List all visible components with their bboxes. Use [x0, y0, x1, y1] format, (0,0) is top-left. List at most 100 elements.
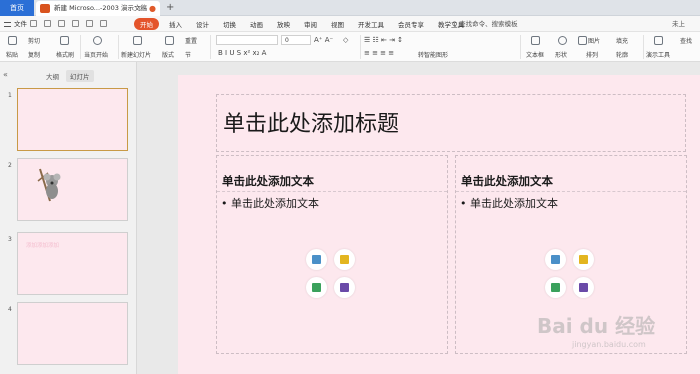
file-menu-label: 文件 — [14, 20, 27, 28]
layout-icon[interactable] — [165, 36, 174, 45]
play-icon[interactable] — [93, 36, 102, 45]
section-button[interactable]: 节 — [185, 50, 191, 59]
document-tab[interactable]: 新建 Microso...-2003 演示文稿 ● — [36, 1, 160, 16]
fill-button[interactable]: 填充 — [616, 36, 628, 45]
redo-icon[interactable] — [100, 20, 107, 27]
outline-button[interactable]: 轮廓 — [616, 50, 628, 59]
right-content-bullet[interactable]: • 单击此处添加文本 — [460, 195, 558, 211]
placeholder-divider — [456, 191, 686, 192]
clear-format-icon[interactable]: ◇ — [343, 36, 348, 44]
cloud-status[interactable]: 未上 — [672, 16, 685, 32]
tab-view[interactable]: 视图 — [331, 19, 344, 29]
list-format-buttons[interactable]: ☰ ☷ ⇤ ⇥ ↕ — [364, 36, 403, 44]
left-content-bullet[interactable]: • 单击此处添加文本 — [221, 195, 319, 211]
align-buttons[interactable]: ≡ ≡ ≡ ≡ — [364, 49, 394, 57]
picture-button[interactable]: 图片 — [588, 36, 600, 45]
home-tab[interactable]: 首页 — [0, 0, 34, 16]
tab-review[interactable]: 审阅 — [304, 19, 317, 29]
start-from-current-button[interactable]: 当页开始 — [84, 50, 108, 59]
export-pdf-icon[interactable] — [44, 20, 51, 27]
font-name-select[interactable] — [216, 35, 278, 45]
slide-panel: « 大纲 幻灯片 1 2 3 添加添加添加 4 — [0, 62, 137, 374]
ribbon-separator — [643, 35, 644, 59]
reset-button[interactable]: 重置 — [185, 36, 197, 45]
shape-icon[interactable] — [558, 36, 567, 45]
insert-media-icon[interactable] — [573, 277, 594, 298]
new-slide-button[interactable]: 新建幻灯片 — [121, 50, 151, 59]
paste-icon[interactable] — [8, 36, 17, 45]
slide-title[interactable]: 单击此处添加标题 — [223, 106, 399, 138]
ribbon-toolbar: 粘贴 剪切 复制 格式刷 当页开始 新建幻灯片 版式 重置 节 0 A⁺ A⁻ … — [0, 32, 700, 62]
paste-button[interactable]: 粘贴 — [6, 50, 18, 59]
tab-developer[interactable]: 开发工具 — [358, 19, 384, 29]
textbox-button[interactable]: 文本框 — [526, 50, 544, 59]
font-size-select[interactable]: 0 — [281, 35, 311, 45]
slide-thumbnail-3[interactable]: 添加添加添加 — [17, 232, 128, 295]
placeholder-divider — [217, 191, 447, 192]
document-tab-label: 新建 Microso...-2003 演示文稿 — [54, 4, 147, 12]
print-icon[interactable] — [58, 20, 65, 27]
tab-home[interactable]: 开始 — [134, 18, 159, 30]
cut-button[interactable]: 剪切 — [28, 36, 40, 45]
font-size-value: 0 — [285, 37, 289, 44]
file-menu[interactable]: 文件 — [4, 16, 27, 32]
right-content-heading[interactable]: 单击此处添加文本 — [461, 173, 553, 189]
close-tab-icon[interactable]: ● — [149, 1, 156, 16]
tab-transitions[interactable]: 切换 — [223, 19, 236, 29]
quick-access-toolbar — [30, 20, 122, 28]
slide-thumbnail-4[interactable] — [17, 302, 128, 365]
shape-button[interactable]: 形状 — [555, 50, 567, 59]
tab-insert[interactable]: 插入 — [169, 19, 182, 29]
format-painter-button[interactable]: 格式刷 — [56, 50, 74, 59]
tab-outline[interactable]: 大纲 — [46, 71, 59, 81]
insert-table-icon[interactable] — [306, 277, 327, 298]
slide-number: 2 — [8, 162, 12, 169]
format-painter-icon[interactable] — [60, 36, 69, 45]
tab-design[interactable]: 设计 — [196, 19, 209, 29]
tab-member[interactable]: 会员专享 — [398, 19, 424, 29]
watermark-url: jingyan.baidu.com — [572, 340, 646, 349]
menu-icon — [4, 21, 11, 27]
command-search[interactable]: Q 查找命令、搜索模板 — [452, 16, 518, 32]
textbox-icon[interactable] — [531, 36, 540, 45]
presenter-tools-button[interactable]: 演示工具 — [646, 50, 670, 59]
font-style-buttons[interactable]: B I U S x² x₂ A — [218, 49, 266, 57]
new-tab-button[interactable]: + — [166, 0, 174, 15]
find-button[interactable]: 查找 — [680, 36, 692, 45]
new-slide-icon[interactable] — [133, 36, 142, 45]
koala-image — [37, 168, 61, 202]
tab-animations[interactable]: 动画 — [250, 19, 263, 29]
insert-table-icon[interactable] — [545, 277, 566, 298]
tab-slideshow[interactable]: 放映 — [277, 19, 290, 29]
slide-thumbnail-2[interactable] — [17, 158, 128, 221]
slide-number: 4 — [8, 306, 12, 313]
presenter-tools-icon[interactable] — [654, 36, 663, 45]
convert-smartart-button[interactable]: 转智能图形 — [418, 50, 448, 59]
presentation-icon — [40, 4, 50, 13]
insert-picture-icon[interactable] — [545, 249, 566, 270]
font-grow-icon[interactable]: A⁺ A⁻ — [314, 36, 333, 44]
tab-slides[interactable]: 幻灯片 — [66, 70, 94, 82]
slide-thumbnail-1[interactable] — [17, 88, 128, 151]
insert-chart-icon[interactable] — [573, 249, 594, 270]
arrange-button[interactable]: 排列 — [586, 50, 598, 59]
unsaved-dot-icon — [139, 6, 144, 11]
picture-icon[interactable] — [578, 36, 587, 45]
insert-chart-icon[interactable] — [334, 249, 355, 270]
title-tab-bar: 首页 新建 Microso...-2003 演示文稿 ● + — [0, 0, 700, 16]
left-content-heading[interactable]: 单击此处添加文本 — [222, 173, 314, 189]
layout-button[interactable]: 版式 — [162, 50, 174, 59]
collapse-panel-icon[interactable]: « — [3, 70, 8, 79]
ribbon-separator — [118, 35, 119, 59]
slide-number: 3 — [8, 236, 12, 243]
preview-icon[interactable] — [72, 20, 79, 27]
slide-thumbnail-text: 添加添加添加 — [26, 243, 60, 249]
insert-media-icon[interactable] — [334, 277, 355, 298]
ribbon-tabs: 开始 插入 设计 切换 动画 放映 审阅 视图 开发工具 会员专享 教学工具 — [134, 16, 478, 32]
ribbon-separator — [210, 35, 211, 59]
watermark-logo: Bai du 经验 — [537, 314, 656, 338]
undo-icon[interactable] — [86, 20, 93, 27]
save-icon[interactable] — [30, 20, 37, 27]
copy-button[interactable]: 复制 — [28, 50, 40, 59]
insert-picture-icon[interactable] — [306, 249, 327, 270]
